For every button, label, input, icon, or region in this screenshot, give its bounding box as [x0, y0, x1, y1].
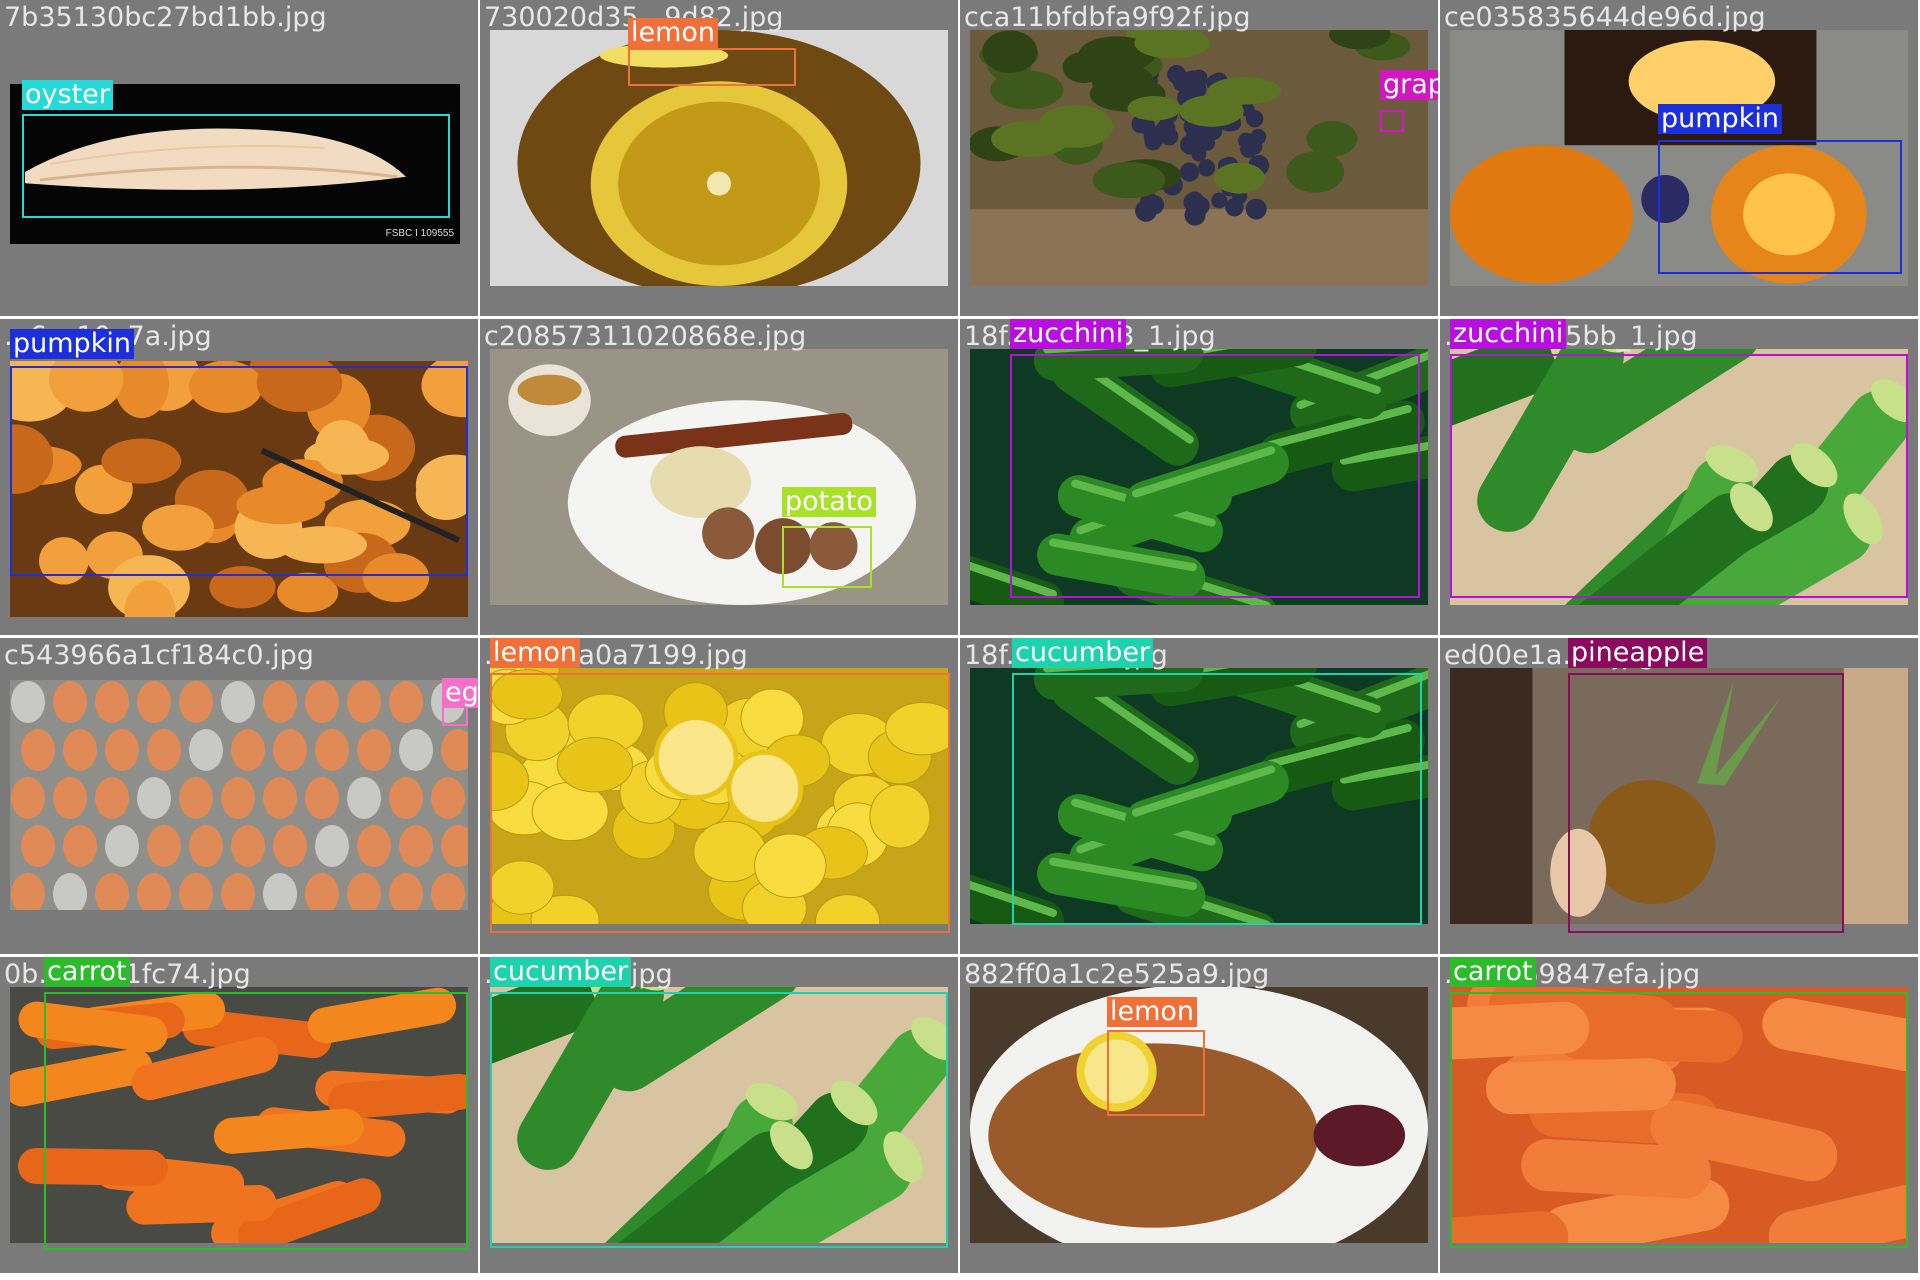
image-tile[interactable]: ...20f1135bb_1.jpg zucchini	[1440, 319, 1918, 635]
image-filename: 7b35130bc27bd1bb.jpg	[4, 2, 327, 33]
bounding-box	[782, 526, 872, 588]
bounding-box	[44, 992, 468, 1250]
image-filename: c543966a1cf184c0.jpg	[4, 640, 314, 671]
bounding-box	[22, 114, 450, 218]
image-tile[interactable]: ce035835644de96d.jpg pumpkin	[1440, 0, 1918, 316]
image-tile[interactable]: ed00e1a...e.jpg pineapple	[1440, 638, 1918, 954]
class-label: zucchini	[1010, 319, 1127, 349]
class-label: cucumber	[490, 957, 632, 987]
eggs-photo	[10, 680, 475, 915]
image-tile[interactable]: ...6b52a0a7199.jpg lemon	[480, 638, 958, 954]
bounding-box	[1010, 354, 1420, 598]
image-tile[interactable]: cca11bfdbfa9f92f.jpg grape	[960, 0, 1438, 316]
bounding-box	[628, 48, 796, 86]
breakfast-photo	[490, 349, 948, 605]
grapes-photo	[968, 15, 1428, 286]
image-filename: c20857311020868e.jpg	[484, 321, 807, 352]
bounding-box	[1107, 1030, 1205, 1116]
class-label: pumpkin	[10, 329, 134, 359]
bounding-box	[1012, 673, 1422, 925]
bounding-box	[1380, 110, 1404, 132]
class-label: egg	[442, 678, 478, 708]
image-filename: 882ff0a1c2e525a9.jpg	[964, 959, 1270, 990]
class-label: lemon	[1107, 997, 1198, 1027]
image-tile[interactable]: c20857311020868e.jpg potato	[480, 319, 958, 635]
specimen-caption: FSBC I 109555	[385, 228, 454, 239]
image-tile[interactable]: ...54669847efa.jpg carrot	[1440, 957, 1918, 1273]
bounding-box	[1658, 140, 1902, 274]
class-label: carrot	[44, 957, 130, 987]
image-tile[interactable]: 882ff0a1c2e525a9.jpg lemon	[960, 957, 1438, 1273]
image-tile[interactable]: ...f1135bb.jpgcucumber	[480, 957, 958, 1273]
image-tile[interactable]: 0b...24ef1fc74.jpgcarrot	[0, 957, 478, 1273]
class-label: potato	[782, 487, 876, 517]
image-tile[interactable]: c543966a1cf184c0.jpg egg	[0, 638, 478, 954]
class-label: pumpkin	[1658, 104, 1782, 134]
class-label: lemon	[628, 18, 719, 48]
image-tile[interactable]: 18f...9db0b3_1.jpgzucchini	[960, 319, 1438, 635]
bounding-box	[1450, 992, 1908, 1248]
class-label: cucumber	[1012, 638, 1154, 668]
detection-grid: FSBC I 109555 7b35130bc27bd1bb.jpg oyster …	[0, 0, 1920, 1280]
image-filename: ce035835644de96d.jpg	[1444, 2, 1766, 33]
bounding-box	[1450, 354, 1908, 598]
bounding-box	[490, 992, 948, 1248]
class-label: pineapple	[1568, 638, 1708, 668]
image-tile[interactable]: ...6cc10e7a.jpgpumpkin	[0, 319, 478, 635]
class-label: zucchini	[1450, 319, 1567, 349]
bounding-box	[10, 366, 468, 576]
class-label: grape	[1380, 70, 1438, 100]
class-label: oyster	[22, 80, 113, 110]
image-tile[interactable]: 18f...db0b3.jpgcucumber	[960, 638, 1438, 954]
image-filename: cca11bfdbfa9f92f.jpg	[964, 2, 1251, 33]
bounding-box	[1568, 673, 1844, 933]
image-tile[interactable]: 730020d35...9d82.jpglemon	[480, 0, 958, 316]
image-tile[interactable]: FSBC I 109555 7b35130bc27bd1bb.jpg oyster	[0, 0, 478, 316]
bounding-box	[490, 673, 950, 933]
class-label: carrot	[1450, 957, 1536, 987]
class-label: lemon	[490, 638, 581, 668]
